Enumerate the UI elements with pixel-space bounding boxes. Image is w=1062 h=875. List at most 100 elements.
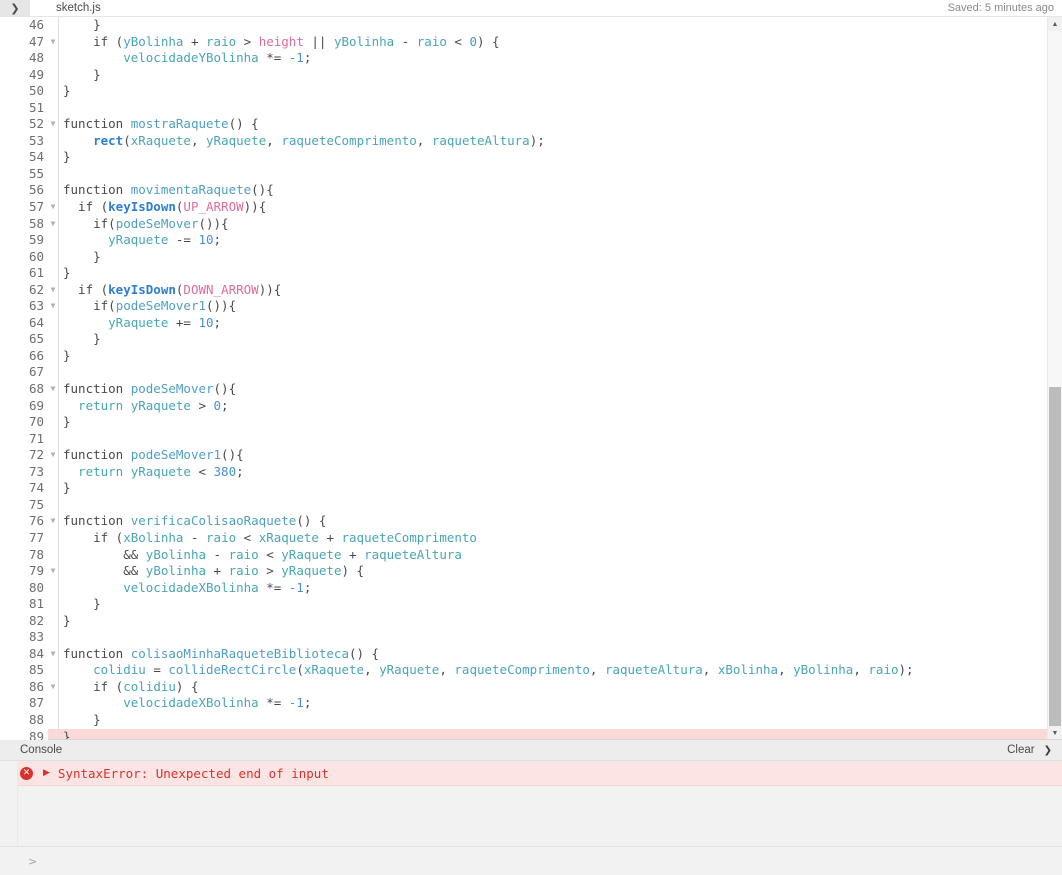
code-line[interactable]: 60 } — [0, 248, 1047, 266]
code-line[interactable]: 79 ▼ && yBolinha + raio > yRaquete) { — [0, 563, 1047, 580]
token-fn: podeSeMover — [130, 381, 214, 397]
token-pun: ); — [529, 132, 545, 148]
fold-triangle-down-icon[interactable]: ▼ — [48, 513, 58, 530]
token-fn: verificaColisaoRaquete — [130, 513, 297, 529]
token-pun: , — [702, 662, 718, 678]
token-pun: ; — [213, 314, 222, 330]
scrollbar-thumb[interactable] — [1049, 387, 1061, 727]
token-pun — [63, 133, 93, 148]
token-var: raqueteComprimento — [454, 662, 590, 678]
fold-triangle-down-icon[interactable]: ▼ — [48, 33, 58, 51]
code-line[interactable]: 53 rect(xRaquete, yRaquete, raqueteCompr… — [0, 132, 1047, 150]
code-text: colidiu = collideRectCircle(xRaquete, yR… — [58, 662, 1047, 679]
console-body: ✕ ▶ SyntaxError: Unexpected end of input > — [0, 761, 1062, 875]
code-text: } — [58, 149, 1047, 166]
token-pun: ) { — [175, 678, 199, 694]
fold-triangle-down-icon[interactable]: ▼ — [48, 281, 58, 299]
code-text: } — [58, 414, 1047, 431]
code-line[interactable]: 51 — [0, 99, 1047, 117]
scrollbar-up-arrow[interactable]: ▲ — [1048, 17, 1062, 31]
code-line[interactable]: 55 — [0, 165, 1047, 183]
fold-triangle-down-icon[interactable]: ▼ — [48, 678, 58, 696]
console-clear-button[interactable]: Clear — [1007, 744, 1034, 756]
code-line[interactable]: 87 velocidadeXBolinha *= -1; — [0, 695, 1047, 712]
code-line[interactable]: 69 return yRaquete > 0; — [0, 397, 1047, 415]
console-input-row[interactable]: > — [0, 846, 1062, 875]
code-line[interactable]: 50} — [0, 83, 1047, 100]
code-line[interactable]: 74} — [0, 480, 1047, 497]
token-op: + — [206, 563, 229, 579]
chevron-down-icon[interactable]: ❯ — [1044, 745, 1052, 756]
token-var: yRaquete — [379, 662, 440, 678]
tab-sketch-js[interactable]: sketch.js — [30, 0, 101, 16]
code-line[interactable]: 81 } — [0, 596, 1047, 613]
code-line[interactable]: 58 ▼ if(podeSeMover()){ — [0, 215, 1047, 233]
code-line[interactable]: 61} — [0, 265, 1047, 282]
code-line[interactable]: 52 ▼ function mostraRaquete() { — [0, 116, 1047, 133]
code-line[interactable]: 54} — [0, 149, 1047, 166]
token-num: -1 — [288, 50, 304, 66]
code-line[interactable]: 66} — [0, 347, 1047, 365]
code-line[interactable]: 47 ▼ if (yBolinha + raio > height || yBol… — [0, 33, 1047, 51]
token-num: 380 — [213, 463, 237, 479]
fold-triangle-down-icon[interactable]: ▼ — [48, 645, 58, 663]
token-var: raio — [868, 662, 899, 678]
code-line[interactable]: 73 return yRaquete < 380; — [0, 463, 1047, 481]
fold-triangle-down-icon[interactable]: ▼ — [48, 199, 58, 216]
code-line[interactable]: 82} — [0, 612, 1047, 630]
token-op: - — [183, 529, 207, 545]
token-kw: function — [63, 116, 131, 132]
fold-triangle-down-icon[interactable]: ▼ — [48, 116, 58, 133]
fold-triangle-down-icon[interactable]: ▼ — [48, 447, 58, 464]
token-pun: } — [63, 17, 101, 32]
code-line[interactable]: 85 colidiu = collideRectCircle(xRaquete,… — [0, 662, 1047, 679]
code-line[interactable]: 67 — [0, 364, 1047, 382]
fold-triangle-down-icon[interactable]: ▼ — [48, 563, 58, 580]
token-kw: if( — [63, 215, 116, 231]
token-var: velocidadeXBolinha — [63, 695, 259, 711]
token-var: raio — [228, 563, 259, 579]
token-bi: keyIsDown — [108, 281, 176, 297]
code-line[interactable]: 65 } — [0, 331, 1047, 348]
code-line[interactable]: 71 — [0, 430, 1047, 448]
fold-triangle-down-icon[interactable]: ▼ — [48, 381, 58, 398]
code-line[interactable]: 46 } — [0, 17, 1047, 34]
code-line[interactable]: 68 ▼ function podeSeMover(){ — [0, 381, 1047, 398]
code-text: } — [58, 67, 1047, 84]
console-message[interactable]: ✕ ▶ SyntaxError: Unexpected end of input — [0, 761, 1062, 786]
code-lines-container[interactable]: 46 } 47 ▼ if (yBolinha + raio > height || … — [0, 17, 1047, 740]
code-line[interactable]: 77 if (xBolinha - raio < xRaquete + raqu… — [0, 529, 1047, 547]
code-line[interactable]: 86 ▼ if (colidiu) { — [0, 678, 1047, 696]
code-line[interactable]: 88 } — [0, 711, 1047, 729]
sidebar-toggle-button[interactable]: ❯ — [0, 0, 30, 16]
fold-triangle-down-icon[interactable]: ▼ — [48, 298, 58, 315]
code-line[interactable]: 57 ▼ if (keyIsDown(UP_ARROW)){ — [0, 199, 1047, 216]
token-pun: } — [63, 83, 71, 99]
code-line[interactable]: 72 ▼ function podeSeMover1(){ — [0, 447, 1047, 464]
code-editor[interactable]: 46 } 47 ▼ if (yBolinha + raio > height || … — [0, 17, 1062, 740]
code-line[interactable]: 84 ▼ function colisaoMinhaRaqueteBibliotec… — [0, 645, 1047, 663]
fold-triangle-down-icon[interactable]: ▼ — [48, 215, 58, 233]
code-line[interactable]: 59 yRaquete -= 10; — [0, 232, 1047, 249]
code-line[interactable]: 80 velocidadeXBolinha *= -1; — [0, 579, 1047, 597]
code-line[interactable]: 63 ▼ if(podeSeMover1()){ — [0, 298, 1047, 315]
code-line[interactable]: 76 ▼ function verificaColisaoRaquete() { — [0, 513, 1047, 530]
gutter-divider — [58, 17, 59, 740]
code-line[interactable]: 64 yRaquete += 10; — [0, 314, 1047, 332]
scrollbar-down-arrow[interactable]: ▼ — [1048, 726, 1062, 740]
code-line[interactable]: 70} — [0, 414, 1047, 431]
token-pun: ; — [303, 695, 312, 711]
code-line[interactable]: 48 velocidadeYBolinha *= -1; — [0, 50, 1047, 67]
line-number: 62 — [0, 281, 48, 299]
code-line[interactable]: 56 function movimentaRaquete(){ — [0, 182, 1047, 200]
editor-vertical-scrollbar[interactable]: ▲ ▼ — [1047, 17, 1062, 740]
code-line[interactable]: 62 ▼ if (keyIsDown(DOWN_ARROW)){ — [0, 281, 1047, 299]
token-op: *= — [258, 695, 289, 711]
code-text: function colisaoMinhaRaqueteBiblioteca()… — [58, 646, 1047, 663]
code-line[interactable]: 75 — [0, 496, 1047, 514]
token-kw: function — [63, 381, 131, 397]
code-line[interactable]: 78 && yBolinha - raio < yRaquete + raque… — [0, 546, 1047, 564]
triangle-right-icon[interactable]: ▶ — [43, 768, 50, 778]
code-line[interactable]: 49 } — [0, 66, 1047, 84]
code-line[interactable]: 83 — [0, 629, 1047, 646]
